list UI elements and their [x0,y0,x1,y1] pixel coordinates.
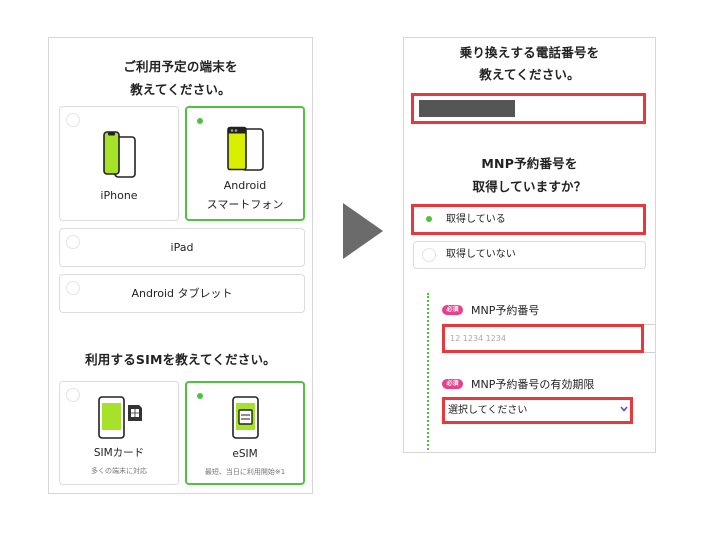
device-option-label: Android スマートフォン [187,176,303,214]
esim-icon [232,396,259,439]
mnp-option-not-obtained[interactable]: 取得していない [413,241,646,269]
radio-button[interactable] [66,235,80,249]
android-phone-icon [227,126,264,171]
chevron-down-icon [620,406,628,412]
radio-button[interactable] [193,389,207,403]
iphone-icon [103,131,136,178]
select-value: 選択してください [448,405,528,416]
phone-heading: 乗り換えする電話番号を 教えてください。 [404,42,655,86]
heading-line: 取得していますか？ [472,179,587,194]
mnp-number-label: 必須 MNP予約番号 [442,304,540,317]
required-badge: 必須 [442,379,463,389]
radio-button[interactable] [193,114,207,128]
sim-card-icon [98,396,142,439]
mnp-heading: MNP予約番号を 取得していますか？ [404,152,655,198]
heading-line: 乗り換えする電話番号を [459,45,600,60]
sim-option-esim[interactable]: eSIM 最短、当日に利用開始※1 [185,381,305,485]
device-option-iphone[interactable]: iPhone [59,106,179,221]
radio-button[interactable] [66,388,80,402]
mnp-expiry-label: 必須 MNP予約番号の有効期限 [442,378,595,391]
heading-line: MNP予約番号を [481,156,578,171]
branch-connector-line [427,293,429,452]
heading-line: ご利用予定の端末を [123,59,238,74]
device-selection-screen: ご利用予定の端末を 教えてください。 iPhone Android スマートフォ… [48,37,313,494]
sim-option-label: SIMカード [93,447,145,459]
required-badge: 必須 [442,305,463,315]
mnp-option-obtained[interactable]: 取得している [411,204,646,235]
radio-button[interactable] [66,281,80,295]
sim-option-note: 多くの端末に対応 [91,467,147,475]
label-line: スマートフォン [206,198,284,211]
mnp-form-screen: 乗り換えする電話番号を 教えてください。 MNP予約番号を 取得していますか？ … [403,37,656,453]
mnp-option-label: 取得していない [446,249,516,260]
sim-option-note: 最短、当日に利用開始※1 [204,468,286,476]
sim-option-sim-card[interactable]: SIMカード 多くの端末に対応 [59,381,179,485]
device-option-android-tablet[interactable]: Android タブレット [59,274,305,313]
phone-number-field[interactable] [414,96,643,121]
label-line: iPhone [100,189,138,202]
sim-heading: 利用するSIMを教えてください。 [49,348,312,371]
mnp-option-label: 取得している [446,214,506,225]
right-arrow-icon [343,203,383,259]
sim-option-label: eSIM [232,448,258,460]
field-label-text: MNP予約番号の有効期限 [471,378,595,391]
device-option-label: Android タブレット [131,287,233,300]
device-option-ipad[interactable]: iPad [59,228,305,267]
radio-button[interactable] [66,113,80,127]
label-line: Android [223,179,267,192]
radio-button[interactable] [422,248,436,262]
heading-line: 教えてください。 [130,82,231,97]
mnp-expiry-select[interactable]: 選択してください [445,400,630,421]
redacted-phone-number [419,100,515,117]
device-option-android-phone[interactable]: Android スマートフォン [185,106,305,221]
heading-line: 利用するSIMを教えてください。 [85,352,276,367]
device-option-label: iPad [170,241,194,254]
mnp-number-input[interactable] [442,324,655,353]
device-option-label: iPhone [60,186,178,205]
device-heading: ご利用予定の端末を 教えてください。 [49,55,312,101]
radio-button[interactable] [422,212,436,226]
field-label-text: MNP予約番号 [471,304,540,317]
heading-line: 教えてください。 [479,67,580,82]
